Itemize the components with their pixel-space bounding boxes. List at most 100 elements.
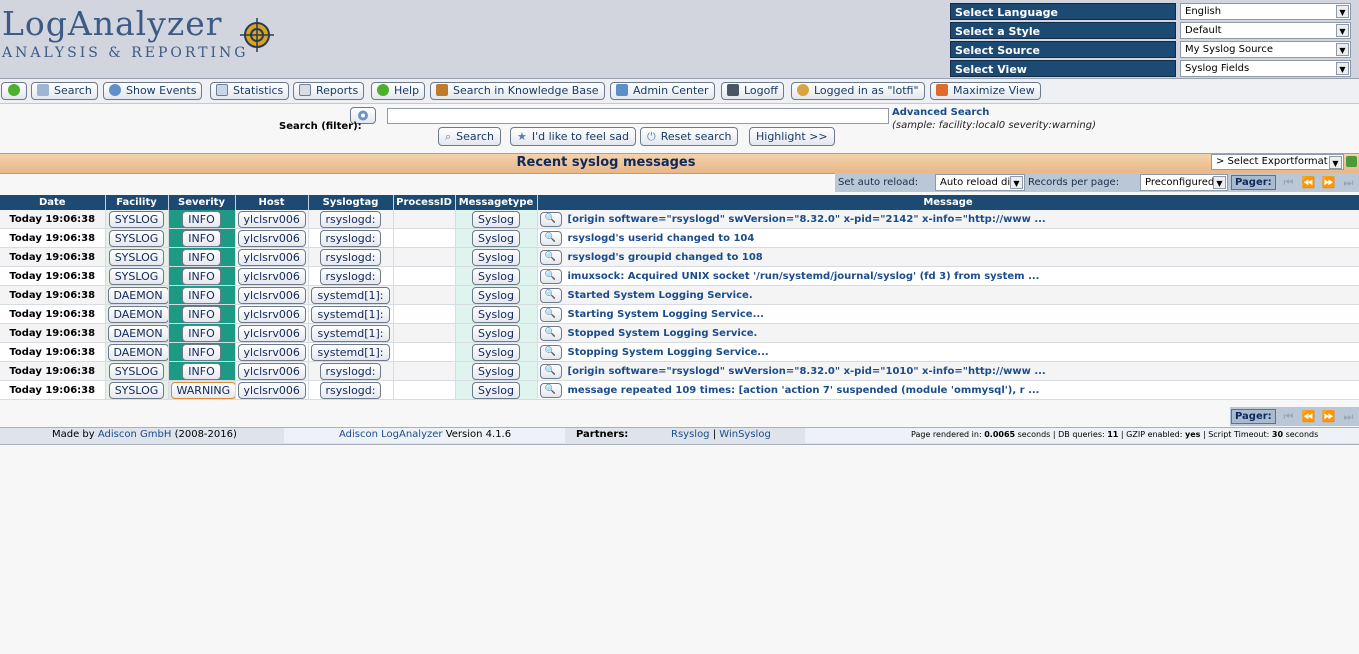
message-link[interactable]: Stopping System Logging Service...	[568, 347, 769, 358]
loganalyzer-link[interactable]: Adiscon LogAnalyzer	[339, 429, 443, 440]
message-details-icon[interactable]: 🔍	[539, 268, 562, 284]
severity-button[interactable]: INFO	[182, 248, 221, 266]
message-details-icon[interactable]: 🔍	[539, 344, 562, 360]
show-events-button[interactable]: Show Events	[103, 82, 203, 100]
facility-button[interactable]: SYSLOG	[108, 248, 165, 266]
language-select[interactable]: English ▼	[1180, 3, 1351, 20]
search-input[interactable]	[387, 108, 889, 124]
messagetype-button[interactable]: Syslog	[472, 286, 520, 304]
message-link[interactable]: message repeated 109 times: [action 'act…	[568, 385, 1040, 396]
message-details-icon[interactable]: 🔍	[539, 382, 562, 398]
message-link[interactable]: [origin software="rsyslogd" swVersion="8…	[568, 366, 1046, 377]
message-link[interactable]: [origin software="rsyslogd" swVersion="8…	[568, 214, 1046, 225]
messagetype-button[interactable]: Syslog	[472, 210, 520, 228]
message-details-icon[interactable]: 🔍	[539, 211, 562, 227]
messagetype-button[interactable]: Syslog	[472, 305, 520, 323]
host-button[interactable]: ylclsrv006	[237, 286, 306, 304]
host-button[interactable]: ylclsrv006	[237, 381, 306, 399]
messagetype-button[interactable]: Syslog	[472, 324, 520, 342]
rsyslog-link[interactable]: Rsyslog	[671, 429, 710, 440]
advanced-search-link[interactable]: Advanced Search	[892, 107, 989, 118]
records-per-page-select[interactable]: Preconfigured ▼	[1140, 174, 1228, 191]
source-select[interactable]: My Syslog Source ▼	[1180, 41, 1351, 58]
column-header-message[interactable]: Message	[537, 195, 1359, 210]
message-details-icon[interactable]: 🔍	[539, 249, 562, 265]
syslogtag-button[interactable]: systemd[1]:	[311, 286, 390, 304]
syslogtag-button[interactable]: rsyslogd:	[319, 248, 382, 266]
facility-button[interactable]: DAEMON	[107, 286, 167, 304]
host-button[interactable]: ylclsrv006	[237, 362, 306, 380]
view-select[interactable]: Syslog Fields ▼	[1180, 60, 1351, 77]
severity-button[interactable]: INFO	[182, 324, 221, 342]
search-nav-button[interactable]: Search	[31, 82, 98, 100]
message-link[interactable]: Stopped System Logging Service.	[568, 328, 758, 339]
last-page-icon[interactable]: ⏭	[1341, 409, 1356, 424]
highlight-button[interactable]: Highlight >>	[749, 127, 835, 146]
facility-button[interactable]: SYSLOG	[108, 229, 165, 247]
message-link[interactable]: rsyslogd's groupid changed to 108	[568, 252, 763, 263]
messagetype-button[interactable]: Syslog	[472, 343, 520, 361]
facility-button[interactable]: DAEMON	[107, 343, 167, 361]
host-button[interactable]: ylclsrv006	[237, 210, 306, 228]
statistics-button[interactable]: Statistics	[210, 82, 290, 100]
knowledge-base-button[interactable]: Search in Knowledge Base	[430, 82, 605, 100]
column-header-facility[interactable]: Facility	[105, 195, 169, 210]
messagetype-button[interactable]: Syslog	[472, 248, 520, 266]
home-button[interactable]	[1, 82, 27, 100]
message-details-icon[interactable]: 🔍	[539, 363, 562, 379]
severity-button[interactable]: INFO	[182, 343, 221, 361]
host-button[interactable]: ylclsrv006	[237, 248, 306, 266]
reports-button[interactable]: Reports	[293, 82, 365, 100]
messagetype-button[interactable]: Syslog	[472, 229, 520, 247]
column-header-date[interactable]: Date	[0, 195, 106, 210]
severity-button[interactable]: INFO	[182, 305, 221, 323]
syslogtag-button[interactable]: rsyslogd:	[319, 381, 382, 399]
syslogtag-button[interactable]: rsyslogd:	[319, 267, 382, 285]
message-link[interactable]: Started System Logging Service.	[568, 290, 753, 301]
syslogtag-button[interactable]: rsyslogd:	[319, 362, 382, 380]
messagetype-button[interactable]: Syslog	[472, 267, 520, 285]
syslogtag-button[interactable]: systemd[1]:	[311, 343, 390, 361]
message-details-icon[interactable]: 🔍	[539, 306, 562, 322]
column-header-severity[interactable]: Severity	[168, 195, 236, 210]
message-details-icon[interactable]: 🔍	[539, 230, 562, 246]
winsyslog-link[interactable]: WinSyslog	[719, 429, 771, 440]
logoff-button[interactable]: Logoff	[721, 82, 784, 100]
host-button[interactable]: ylclsrv006	[237, 324, 306, 342]
facility-button[interactable]: DAEMON	[107, 305, 167, 323]
severity-button[interactable]: WARNING	[170, 381, 234, 399]
syslogtag-button[interactable]: rsyslogd:	[319, 210, 382, 228]
facility-button[interactable]: SYSLOG	[108, 210, 165, 228]
host-button[interactable]: ylclsrv006	[237, 267, 306, 285]
severity-button[interactable]: INFO	[182, 362, 221, 380]
admin-center-button[interactable]: Admin Center	[610, 82, 715, 100]
message-link[interactable]: rsyslogd's userid changed to 104	[568, 233, 755, 244]
column-header-processid[interactable]: ProcessID	[393, 195, 456, 210]
message-details-icon[interactable]: 🔍	[539, 325, 562, 341]
column-header-host[interactable]: Host	[235, 195, 309, 210]
facility-button[interactable]: SYSLOG	[108, 267, 165, 285]
host-button[interactable]: ylclsrv006	[237, 229, 306, 247]
adiscon-link[interactable]: Adiscon GmbH	[98, 429, 172, 440]
severity-button[interactable]: INFO	[182, 229, 221, 247]
syslogtag-button[interactable]: systemd[1]:	[311, 305, 390, 323]
message-details-icon[interactable]: 🔍	[539, 287, 562, 303]
severity-button[interactable]: INFO	[182, 267, 221, 285]
search-button[interactable]: ⌕ Search	[438, 127, 501, 146]
severity-button[interactable]: INFO	[182, 210, 221, 228]
previous-page-icon[interactable]: ⏪	[1301, 175, 1316, 190]
messagetype-button[interactable]: Syslog	[472, 362, 520, 380]
facility-button[interactable]: SYSLOG	[108, 362, 165, 380]
message-link[interactable]: imuxsock: Acquired UNIX socket '/run/sys…	[568, 271, 1040, 282]
host-button[interactable]: ylclsrv006	[237, 305, 306, 323]
feel-sad-button[interactable]: ★ I'd like to feel sad	[510, 127, 636, 146]
facility-button[interactable]: SYSLOG	[108, 381, 165, 399]
reset-search-button[interactable]: ⏻ Reset search	[640, 127, 739, 146]
column-header-syslogtag[interactable]: Syslogtag	[308, 195, 394, 210]
next-page-icon[interactable]: ⏩	[1321, 175, 1336, 190]
maximize-view-button[interactable]: Maximize View	[930, 82, 1041, 100]
next-page-icon[interactable]: ⏩	[1321, 409, 1336, 424]
style-select[interactable]: Default ▼	[1180, 22, 1351, 39]
auto-reload-select[interactable]: Auto reload di ▼	[935, 174, 1025, 191]
last-page-icon[interactable]: ⏭	[1341, 175, 1356, 190]
